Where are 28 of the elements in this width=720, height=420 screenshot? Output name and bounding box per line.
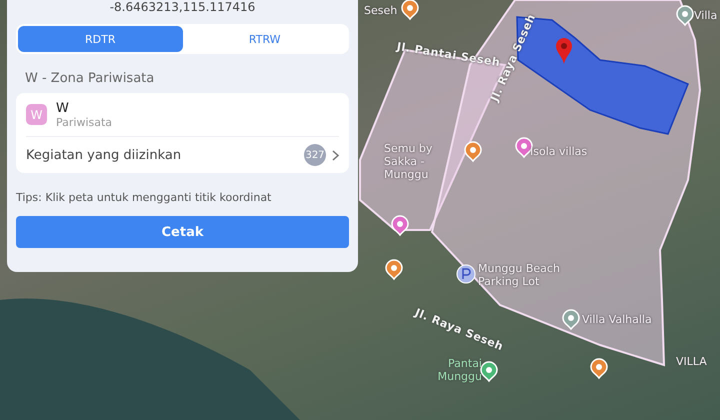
place-label: VILLA [676,355,708,368]
coordinates-text: -8.6463213,115.117416 [108,0,256,16]
map-pin-icon[interactable] [562,309,580,330]
print-button[interactable]: Cetak [16,216,349,248]
activities-label: Kegiatan yang diizinkan [26,148,182,162]
place-label: Villa [694,9,718,22]
zone-code: W [56,101,70,116]
activities-row[interactable]: Kegiatan yang diizinkan 327 [26,137,339,173]
tab[interactable]: RTRW [182,26,347,52]
count-badge: 327 [304,144,326,166]
place-label: Seseh [364,4,398,17]
map-pin-icon[interactable] [676,5,694,26]
zone-name: Pariwisata [56,116,112,129]
place-label: Semu by Sakka - Munggu [384,142,434,181]
parking-icon[interactable] [456,264,476,284]
satellite-map[interactable] [0,0,720,420]
place-label: Pantai Munggu [436,357,482,383]
tab[interactable]: RDTR [18,26,182,52]
chevron-right-icon [332,150,339,160]
location-marker-icon[interactable] [556,38,572,64]
place-label: Villa Valhalla [582,313,653,326]
map-pin-icon[interactable] [464,141,482,162]
zone-code-icon: W [26,104,47,125]
place-label: Isola villas [530,145,588,158]
zone-title: W - Zona Pariwisata [25,71,156,86]
tips-text: Tips: Klik peta untuk mengganti titik koordinat [16,191,272,204]
place-label: Munggu Beach Parking Lot [478,262,561,288]
street-label: Jl. Pantai Seseh [396,40,502,70]
